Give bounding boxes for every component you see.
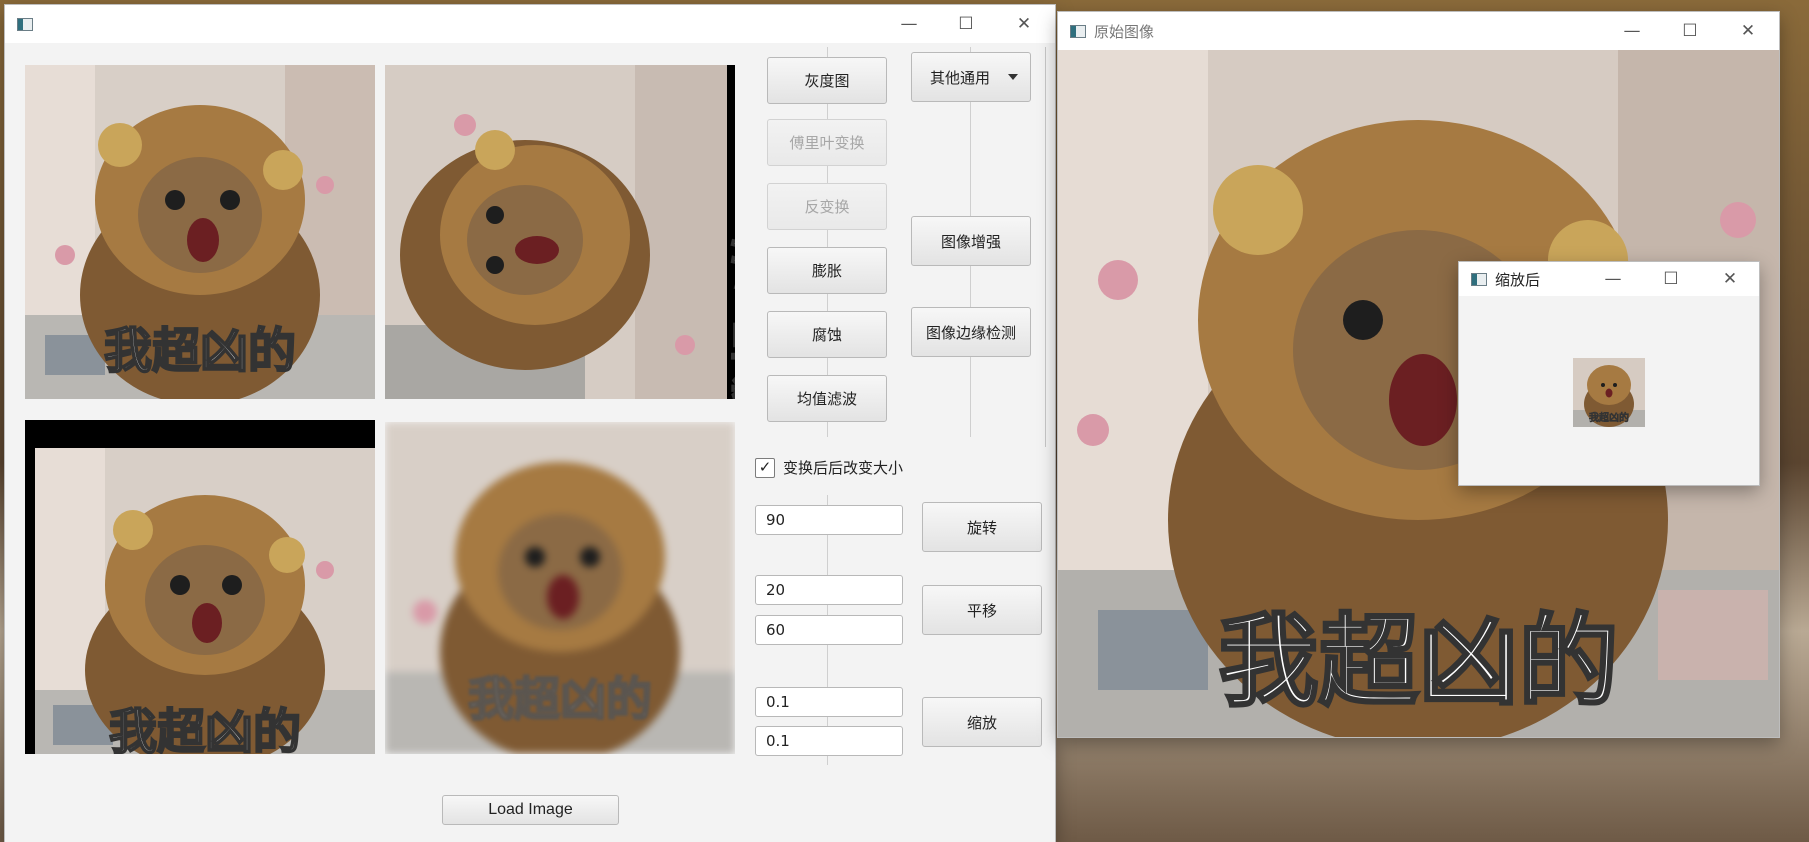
translate-button[interactable]: 平移 xyxy=(922,585,1042,635)
checkbox-box: ✓ xyxy=(755,457,775,478)
cat-photo xyxy=(385,65,735,399)
image-caption: 我超凶的 xyxy=(1589,413,1630,425)
image-caption: 我超凶的 xyxy=(728,224,735,399)
shifted-preview: 我超凶的 xyxy=(25,420,375,754)
scaled-titlebar: 缩放后 — ☐ ✕ xyxy=(1459,262,1759,296)
minimize-button[interactable]: — xyxy=(1584,262,1642,296)
minimize-button[interactable]: — xyxy=(1603,12,1661,50)
original-titlebar: 原始图像 — ☐ ✕ xyxy=(1058,12,1779,50)
close-icon: ✕ xyxy=(1016,14,1032,34)
translate-x-input[interactable]: 20 xyxy=(755,575,903,605)
image-caption: 我超凶的 xyxy=(108,703,302,754)
rotated-preview: 我超凶的 xyxy=(385,65,735,399)
scale-button[interactable]: 缩放 xyxy=(922,697,1042,747)
other-common-dropdown[interactable]: 其他通用 xyxy=(911,52,1031,102)
scaled-window-title: 缩放后 xyxy=(1495,270,1541,289)
maximize-button[interactable]: ☐ xyxy=(1661,12,1719,50)
image-caption: 我超凶的 xyxy=(467,671,653,727)
edge-detect-button[interactable]: 图像边缘检测 xyxy=(911,307,1031,357)
close-button[interactable]: ✕ xyxy=(1719,12,1777,50)
scaled-image: 我超凶的 xyxy=(1573,358,1645,427)
maximize-button[interactable]: ☐ xyxy=(937,5,995,43)
scale-x-input[interactable]: 0.1 xyxy=(755,687,903,717)
grayscale-button[interactable]: 灰度图 xyxy=(767,57,887,104)
rotate-button[interactable]: 旋转 xyxy=(922,502,1042,552)
scale-y-input[interactable]: 0.1 xyxy=(755,726,903,756)
resize-after-transform-checkbox[interactable]: ✓ 变换后后改变大小 xyxy=(755,457,903,478)
app-icon xyxy=(1471,272,1487,286)
rotate-angle-input[interactable]: 90 xyxy=(755,505,903,535)
blurred-preview: 我超凶的 xyxy=(385,422,735,754)
dilate-button[interactable]: 膨胀 xyxy=(767,247,887,294)
dropdown-label: 其他通用 xyxy=(930,68,991,87)
main-window: — ☐ ✕ 我超凶的 我超凶的 我超凶的 我超凶的 灰度图 傅里叶变换 反变换 … xyxy=(5,5,1055,842)
close-button[interactable]: ✕ xyxy=(1701,262,1759,296)
separator xyxy=(1045,47,1046,447)
minimize-button[interactable]: — xyxy=(880,5,938,43)
app-icon xyxy=(1070,24,1086,38)
main-titlebar: — ☐ ✕ xyxy=(5,5,1055,43)
maximize-button[interactable]: ☐ xyxy=(1642,262,1700,296)
scaled-window: 缩放后 — ☐ ✕ 我超凶的 xyxy=(1459,262,1759,485)
erode-button[interactable]: 腐蚀 xyxy=(767,311,887,358)
fourier-transform-button[interactable]: 傅里叶变换 xyxy=(767,119,887,166)
close-button[interactable]: ✕ xyxy=(995,5,1053,43)
original-window-title: 原始图像 xyxy=(1094,22,1155,41)
gray-preview: 我超凶的 xyxy=(25,65,375,399)
mean-filter-button[interactable]: 均值滤波 xyxy=(767,375,887,422)
image-caption: 我超凶的 xyxy=(1217,602,1620,722)
minimize-icon: — xyxy=(1604,269,1622,289)
maximize-icon: ☐ xyxy=(958,14,974,34)
load-image-button[interactable]: Load Image xyxy=(442,795,619,825)
minimize-icon: — xyxy=(900,14,918,34)
image-caption: 我超凶的 xyxy=(103,322,297,380)
close-icon: ✕ xyxy=(1740,21,1756,41)
maximize-icon: ☐ xyxy=(1682,21,1698,41)
translate-y-input[interactable]: 60 xyxy=(755,615,903,645)
minimize-icon: — xyxy=(1623,21,1641,41)
maximize-icon: ☐ xyxy=(1663,269,1679,289)
close-icon: ✕ xyxy=(1722,269,1738,289)
caret-down-icon xyxy=(1008,74,1018,80)
checkmark-icon: ✓ xyxy=(758,458,772,476)
app-icon xyxy=(17,17,33,31)
checkbox-label: 变换后后改变大小 xyxy=(783,459,904,477)
inverse-transform-button[interactable]: 反变换 xyxy=(767,183,887,230)
enhance-button[interactable]: 图像增强 xyxy=(911,216,1031,266)
